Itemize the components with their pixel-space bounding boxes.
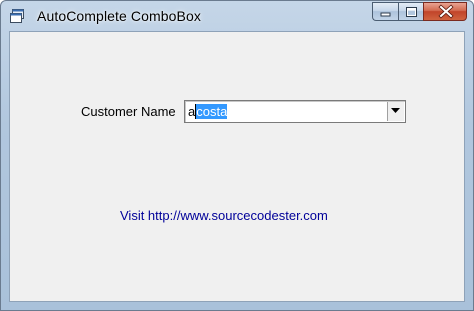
combobox-typed-text: a [188, 104, 196, 119]
chevron-down-icon [391, 108, 400, 113]
app-window-icon[interactable] [10, 9, 25, 23]
customer-name-label: Customer Name [81, 104, 176, 119]
close-icon [438, 4, 454, 19]
minimize-button[interactable] [372, 2, 398, 21]
close-button[interactable] [423, 2, 467, 21]
maximize-button[interactable] [398, 2, 423, 21]
minimize-icon [380, 12, 391, 17]
sourcecodester-link[interactable]: Visit http://www.sourcecodester.com [120, 208, 328, 223]
form-client-area: Customer Name acosta Visit http://www.so… [9, 31, 465, 302]
combobox-dropdown-button[interactable] [387, 102, 404, 121]
app-window: AutoComplete ComboBox Customer Name acos… [0, 0, 474, 311]
maximize-icon [406, 7, 417, 17]
window-title: AutoComplete ComboBox [37, 8, 201, 24]
window-controls [372, 2, 467, 22]
combobox-text[interactable]: acosta [188, 103, 228, 120]
combobox-autocomplete-selection: costa [196, 104, 228, 119]
customer-name-combobox[interactable]: acosta [184, 100, 406, 123]
title-bar[interactable]: AutoComplete ComboBox [1, 1, 473, 31]
